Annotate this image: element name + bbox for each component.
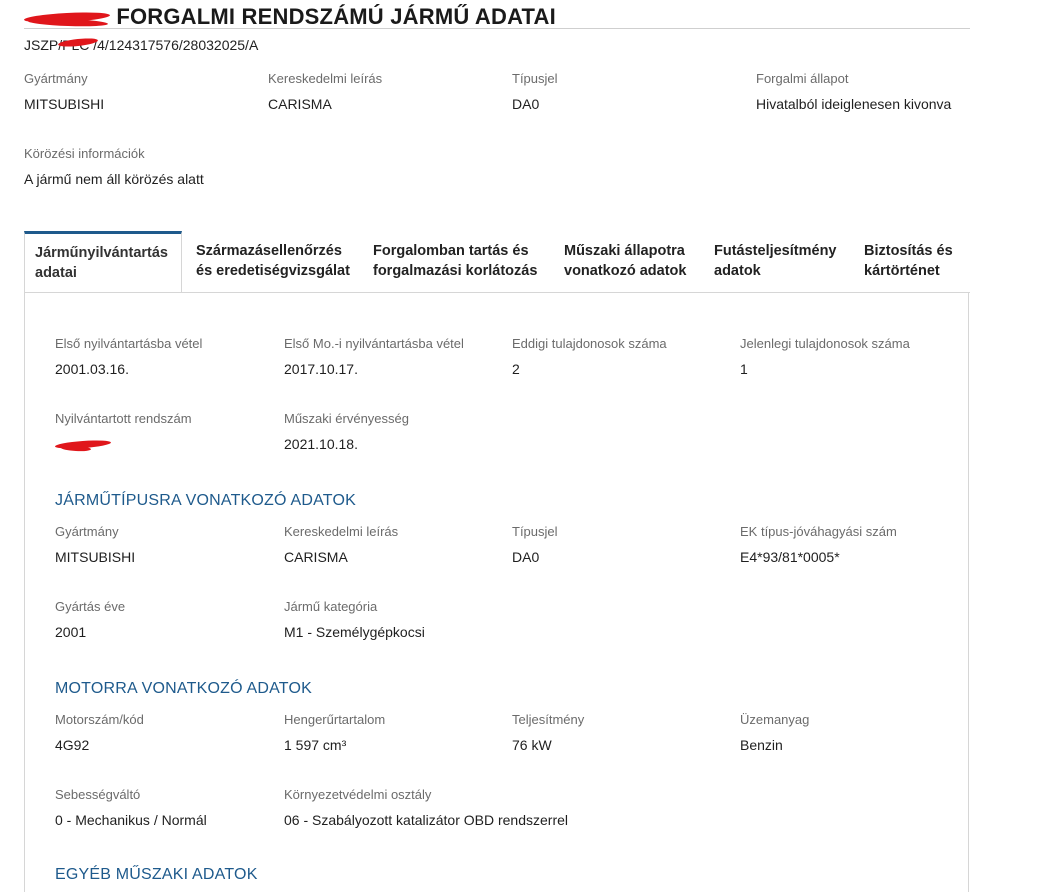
tab-mileage[interactable]: Futásteljesítmény adatok bbox=[714, 231, 854, 291]
tab-origin-check[interactable]: Származásellenőrzés és eredetiségvizsgál… bbox=[196, 231, 366, 291]
field-registered-plate: Nyilvántartott rendszám bbox=[54, 411, 192, 454]
field-first-registration: Első nyilvántartásba vétel 2001.03.16. bbox=[55, 336, 203, 377]
field-technical-validity: Műszaki érvényesség 2021.10.18. bbox=[284, 411, 409, 452]
section-engine: MOTORRA VONATKOZÓ ADATOK bbox=[55, 680, 312, 697]
summary-status: Forgalmi állapot Hivatalból ideiglenesen… bbox=[756, 71, 952, 112]
page-title: FORGALMI RENDSZÁMÚ JÁRMŰ ADATAI bbox=[23, 4, 556, 30]
field-make: Gyártmány MITSUBISHI bbox=[55, 524, 136, 565]
redacted-plate bbox=[23, 7, 111, 29]
field-current-owners: Jelenlegi tulajdonosok száma 1 bbox=[740, 336, 910, 377]
tab-technical-state[interactable]: Műszaki állapotra vonatkozó adatok bbox=[564, 231, 704, 291]
field-displacement: Hengerűrtartalom 1 597 cm³ bbox=[284, 712, 386, 753]
field-engine-code: Motorszám/kód 4G92 bbox=[55, 712, 144, 753]
page-title-text: FORGALMI RENDSZÁMÚ JÁRMŰ ADATAI bbox=[116, 4, 556, 29]
section-other-technical: EGYÉB MŰSZAKI ADATOK bbox=[55, 866, 258, 883]
redacted-id bbox=[57, 34, 99, 50]
tab-insurance[interactable]: Biztosítás és kártörténet bbox=[864, 231, 970, 291]
field-vehicle-category: Jármű kategória M1 - Személygépkocsi bbox=[284, 599, 425, 640]
field-production-year: Gyártás éve 2001 bbox=[55, 599, 126, 640]
field-ek-approval: EK típus-jóváhagyási szám E4*93/81*0005* bbox=[740, 524, 897, 565]
field-emission-class: Környezetvédelmi osztály 06 - Szabályozo… bbox=[284, 787, 569, 828]
field-type-code: Típusjel DA0 bbox=[512, 524, 558, 565]
tab-restrictions[interactable]: Forgalomban tartás és forgalmazási korlá… bbox=[373, 231, 558, 291]
summary-type: Típusjel DA0 bbox=[512, 71, 558, 112]
summary-make: Gyártmány MITSUBISHI bbox=[24, 71, 105, 112]
tab-registry[interactable]: Járműnyilvántartás adatai bbox=[24, 231, 182, 293]
tab-panel-border bbox=[182, 292, 970, 293]
summary-model: Kereskedelmi leírás CARISMA bbox=[268, 71, 383, 112]
wanted-info: Körözési információk A jármű nem áll kör… bbox=[24, 146, 204, 187]
section-vehicle-type: JÁRMŰTÍPUSRA VONATKOZÓ ADATOK bbox=[55, 492, 356, 509]
field-first-hu-registration: Első Mo.-i nyilvántartásba vétel 2017.10… bbox=[284, 336, 464, 377]
field-previous-owners: Eddigi tulajdonosok száma 2 bbox=[512, 336, 667, 377]
tab-bar: Járműnyilvántartás adatai Származásellen… bbox=[24, 231, 970, 293]
field-gearbox: Sebességváltó 0 - Mechanikus / Normál bbox=[55, 787, 207, 828]
page-header: FORGALMI RENDSZÁMÚ JÁRMŰ ADATAI bbox=[23, 4, 970, 30]
redacted-plate-value bbox=[54, 438, 112, 453]
field-fuel: Üzemanyag Benzin bbox=[740, 712, 810, 753]
field-power: Teljesítmény 76 kW bbox=[512, 712, 585, 753]
field-model: Kereskedelmi leírás CARISMA bbox=[284, 524, 399, 565]
